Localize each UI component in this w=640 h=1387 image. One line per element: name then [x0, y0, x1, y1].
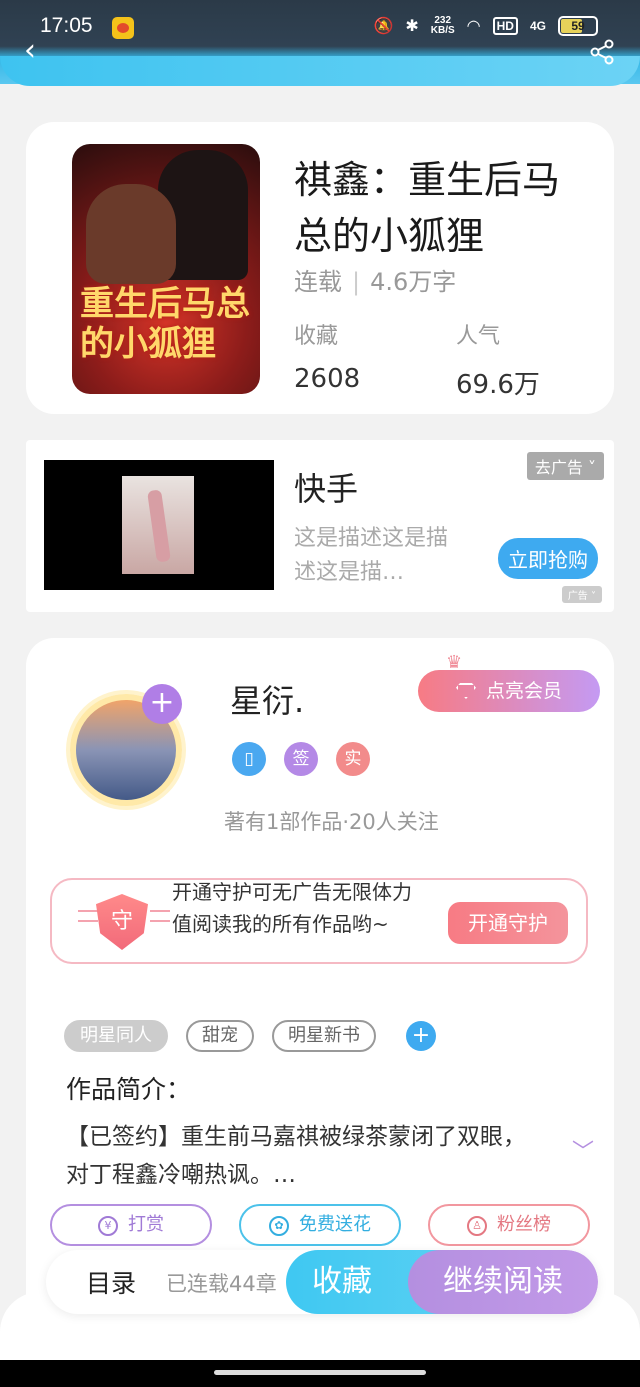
- stat-label: 收藏: [294, 324, 339, 349]
- book-meta: 连载 | 4.6万字: [294, 268, 457, 296]
- guard-text: 开通守护可无广告无限体力值阅读我的所有作品哟~: [172, 880, 412, 936]
- follow-plus-icon[interactable]: +: [142, 684, 182, 724]
- vip-button[interactable]: 点亮会员: [418, 670, 600, 712]
- signed-badge: 签: [284, 742, 318, 776]
- book-title: 祺鑫：重生后马总的小狐狸: [294, 158, 561, 258]
- book-info-card: 重生后马总的小狐狸 祺鑫：重生后马总的小狐狸 连载 | 4.6万字 收藏 2608 …: [26, 122, 614, 414]
- tip-button[interactable]: ¥ 打赏: [50, 1204, 212, 1246]
- ad-card[interactable]: 快手 这是描述这是描述这是描… 去广告 ˅ 立即抢购 广告 ˅: [26, 440, 614, 612]
- status-bar: 17:05 🔕 ✱ 232 KB/S ◠ HD 4G 59: [0, 14, 640, 44]
- toc-chapter-count[interactable]: 已连载44章: [166, 1268, 277, 1298]
- ad-description: 这是描述这是描述这是描…: [294, 526, 449, 585]
- flower-icon: ✿: [269, 1216, 289, 1236]
- intro-title: 作品简介：: [66, 1075, 192, 1104]
- top-bar: 17:05 🔕 ✱ 232 KB/S ◠ HD 4G 59 ‹: [0, 0, 640, 86]
- weibo-icon: [112, 17, 134, 39]
- continue-reading-button[interactable]: 继续阅读: [408, 1250, 598, 1314]
- author-badges: ▯ 签 实: [232, 742, 370, 776]
- cover-title: 重生后马总的小狐狸: [80, 284, 250, 364]
- guard-banner[interactable]: 守 开通守护可无广告无限体力值阅读我的所有作品哟~ 开通守护: [50, 878, 588, 964]
- book-cover[interactable]: 重生后马总的小狐狸: [72, 144, 260, 394]
- fan-ranking-button[interactable]: ♙ 粉丝榜: [428, 1204, 590, 1246]
- home-indicator[interactable]: [214, 1370, 426, 1375]
- bluetooth-icon: ✱: [405, 18, 419, 35]
- mute-icon: 🔕: [373, 18, 394, 35]
- stat-popularity: 人气 69.6万: [456, 318, 540, 401]
- intro-text: 【已签约】重生前马嘉祺被绿茶蒙闭了双眼，对丁程鑫冷嘲热讽。…: [66, 1124, 526, 1188]
- back-icon[interactable]: ‹: [24, 36, 36, 66]
- bottom-bar: 目录 已连载44章 收藏 继续阅读: [46, 1250, 598, 1314]
- guard-button[interactable]: 开通守护: [448, 902, 568, 944]
- hd-icon: HD: [492, 17, 518, 35]
- wing-icon: [150, 910, 170, 922]
- status-time: 17:05: [40, 14, 93, 37]
- phone-badge-icon: ▯: [232, 742, 266, 776]
- ad-product-image: [122, 476, 194, 574]
- ad-video[interactable]: [44, 460, 274, 590]
- system-nav-bar: [0, 1360, 640, 1387]
- author-stats: 著有1部作品·20人关注: [224, 810, 439, 834]
- ad-tag: 广告 ˅: [561, 586, 602, 603]
- tag-item[interactable]: 甜宠: [186, 1020, 254, 1052]
- book-status: 连载: [294, 268, 342, 296]
- user-icon: ♙: [467, 1216, 487, 1236]
- signal-icon: 4G: [529, 19, 546, 33]
- share-icon[interactable]: [588, 38, 616, 66]
- toc-button[interactable]: 目录: [86, 1264, 136, 1300]
- shield-icon: 守: [96, 894, 148, 950]
- battery-icon: 59: [558, 16, 598, 36]
- net-speed: 232 KB/S: [430, 15, 455, 36]
- tag-item[interactable]: 明星同人: [64, 1020, 168, 1052]
- book-word-count: 4.6万字: [370, 268, 457, 296]
- add-tag-icon[interactable]: +: [406, 1021, 436, 1051]
- stat-value: 2608: [294, 364, 361, 394]
- wifi-icon: ◠: [466, 18, 481, 35]
- stat-favorites: 收藏 2608: [294, 318, 360, 394]
- remove-ad-button[interactable]: 去广告 ˅: [526, 452, 604, 480]
- status-icons: 🔕 ✱ 232 KB/S ◠ HD 4G 59: [373, 16, 598, 36]
- cover-figure: [86, 184, 176, 284]
- yen-icon: ¥: [98, 1216, 118, 1236]
- stat-value: 69.6万: [456, 370, 540, 400]
- diamond-icon: [455, 683, 476, 699]
- action-buttons: ¥ 打赏 ✿ 免费送花 ♙ 粉丝榜: [50, 1204, 590, 1246]
- ad-title: 快手: [294, 470, 359, 508]
- tag-list: 明星同人 甜宠 明星新书 +: [64, 1020, 436, 1052]
- author-name[interactable]: 星衍.: [230, 676, 304, 722]
- send-flower-button[interactable]: ✿ 免费送花: [239, 1204, 401, 1246]
- tag-item[interactable]: 明星新书: [272, 1020, 376, 1052]
- stat-label: 人气: [456, 324, 501, 349]
- header-curve: [0, 56, 640, 86]
- chevron-down-icon[interactable]: ﹀: [572, 1134, 594, 1166]
- wing-icon: [78, 910, 98, 922]
- verified-badge: 实: [336, 742, 370, 776]
- ad-cta-button[interactable]: 立即抢购: [498, 538, 598, 579]
